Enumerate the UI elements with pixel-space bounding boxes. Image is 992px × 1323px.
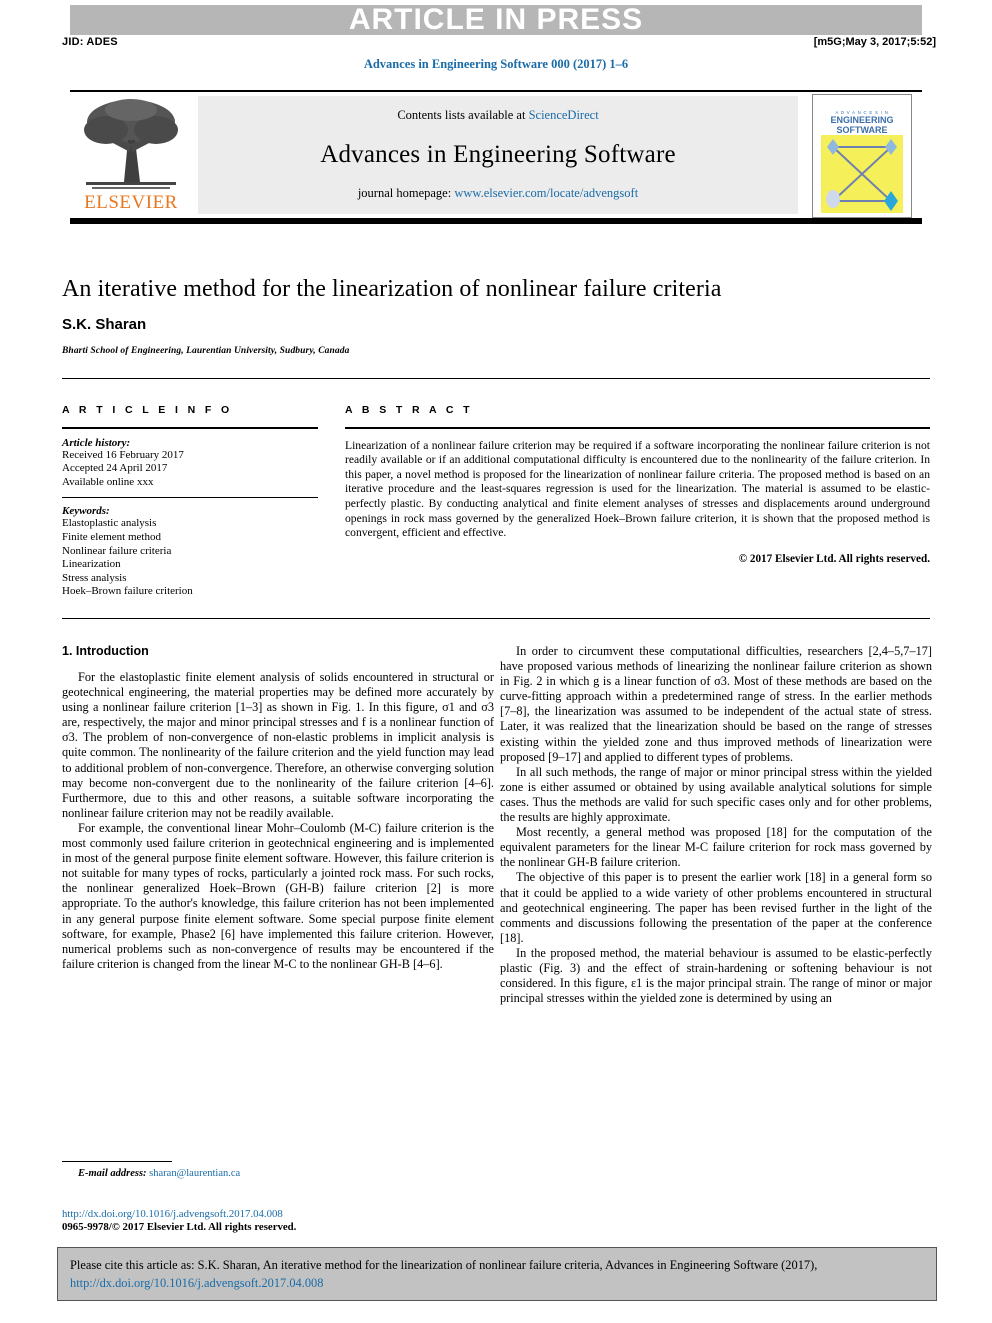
running-head: Advances in Engineering Software 000 (20… <box>363 57 629 71</box>
journal-title: Advances in Engineering Software <box>320 141 676 168</box>
masthead-center: Contents lists available at ScienceDirec… <box>198 96 798 214</box>
cover-line-2: ENGINEERING <box>830 115 894 125</box>
article-in-press-label: ARTICLE IN PRESS <box>348 3 644 36</box>
masthead-top-rule <box>70 90 922 92</box>
contents-prefix: Contents lists available at <box>397 108 529 122</box>
abstract-rule <box>345 427 930 429</box>
homepage-prefix: journal homepage: <box>357 186 455 200</box>
doi-link[interactable]: http://dx.doi.org/10.1016/j.advengsoft.2… <box>62 1208 283 1220</box>
paragraph: For example, the conventional linear Moh… <box>62 820 494 971</box>
article-history-label: Article history: <box>62 436 131 449</box>
article-info-heading: A R T I C L E I N F O <box>62 404 233 416</box>
abstract-heading: A B S T R A C T <box>345 404 473 416</box>
cite-doi-link[interactable]: http://dx.doi.org/10.1016/j.advengsoft.2… <box>70 1276 323 1290</box>
elsevier-wordmark: ELSEVIER <box>84 192 178 213</box>
email-label: E-mail address: <box>78 1168 147 1179</box>
author-affiliation: Bharti School of Engineering, Laurentian… <box>62 346 350 356</box>
sciencedirect-link[interactable]: ScienceDirect <box>529 108 599 122</box>
journal-id-label: JID: ADES <box>62 36 118 48</box>
body-right-column: In order to circumvent these computation… <box>500 644 932 1006</box>
cite-this-article-text: Please cite this article as: S.K. Sharan… <box>70 1256 926 1292</box>
title-divider <box>62 378 930 379</box>
cover-title-block: A D V A N C E S I N ENGINEERING SOFTWARE <box>813 97 911 135</box>
email-footnote: E-mail address: sharan@laurentian.ca <box>78 1168 240 1179</box>
keyword-item: Linearization <box>62 558 121 571</box>
elsevier-tree-icon <box>84 99 178 189</box>
contents-lists-line: Contents lists available at ScienceDirec… <box>198 108 798 123</box>
paragraph: In the proposed method, the material beh… <box>500 945 932 1006</box>
author-name: S.K. Sharan <box>62 316 147 333</box>
elsevier-logo: ELSEVIER <box>72 96 190 216</box>
history-received: Received 16 February 2017 <box>62 448 184 461</box>
keyword-item: Hoek–Brown failure criterion <box>62 585 193 598</box>
paragraph: In order to circumvent these computation… <box>500 644 932 764</box>
keyword-item: Elastoplastic analysis <box>62 517 157 530</box>
article-history-block: Article history: Received 16 February 20… <box>62 437 318 490</box>
paragraph: In all such methods, the range of major … <box>500 764 932 825</box>
typesetter-stamp: [m5G;May 3, 2017;5:52] <box>813 36 936 48</box>
keyword-item: Finite element method <box>62 530 161 543</box>
keywords-divider <box>62 497 318 499</box>
article-info-column: A R T I C L E I N F O Article history: R… <box>62 404 318 599</box>
paper-page: ARTICLE IN PRESS JID: ADES [m5G;May 3, 2… <box>0 0 992 1323</box>
abstract-copyright: © 2017 Elsevier Ltd. All rights reserved… <box>738 552 930 565</box>
journal-homepage-link[interactable]: www.elsevier.com/locate/advengsoft <box>454 186 638 200</box>
paragraph: For the elastoplastic finite element ana… <box>62 670 494 820</box>
keywords-block: Keywords: Elastoplastic analysis Finite … <box>62 505 318 599</box>
abstract-column: A B S T R A C T Linearization of a nonli… <box>345 404 930 565</box>
history-accepted: Accepted 24 April 2017 <box>62 462 168 475</box>
article-info-rule <box>62 427 318 429</box>
keyword-item: Nonlinear failure criteria <box>62 544 172 557</box>
journal-cover-thumbnail: A D V A N C E S I N ENGINEERING SOFTWARE <box>812 94 912 218</box>
issn-copyright-line: 0965-9978/© 2017 Elsevier Ltd. All right… <box>62 1221 297 1233</box>
paragraph: The objective of this paper is to presen… <box>500 870 932 945</box>
keywords-label: Keywords: <box>62 505 110 518</box>
body-left-column: 1. Introduction For the elastoplastic fi… <box>62 644 494 972</box>
keyword-item: Stress analysis <box>62 571 127 584</box>
paragraph: Most recently, a general method was prop… <box>500 825 932 870</box>
journal-homepage-line: journal homepage: www.elsevier.com/locat… <box>198 186 798 201</box>
journal-masthead: ELSEVIER Contents lists available at Sci… <box>70 90 922 224</box>
cite-this-article-box: Please cite this article as: S.K. Sharan… <box>57 1247 937 1301</box>
page-title: An iterative method for the linearizatio… <box>62 276 722 302</box>
cover-artwork-icon <box>821 135 903 213</box>
article-in-press-banner: ARTICLE IN PRESS <box>70 5 922 35</box>
masthead-bottom-rule <box>70 218 922 224</box>
abstract-divider <box>62 618 930 619</box>
section-heading-introduction: 1. Introduction <box>62 644 149 658</box>
footnote-rule <box>62 1161 172 1162</box>
cover-line-3: SOFTWARE <box>836 125 888 135</box>
abstract-text: Linearization of a nonlinear failure cri… <box>345 438 930 540</box>
email-link[interactable]: sharan@laurentian.ca <box>149 1168 240 1179</box>
history-available-online: Available online xxx <box>62 475 154 488</box>
cite-prefix: Please cite this article as: S.K. Sharan… <box>70 1258 818 1272</box>
